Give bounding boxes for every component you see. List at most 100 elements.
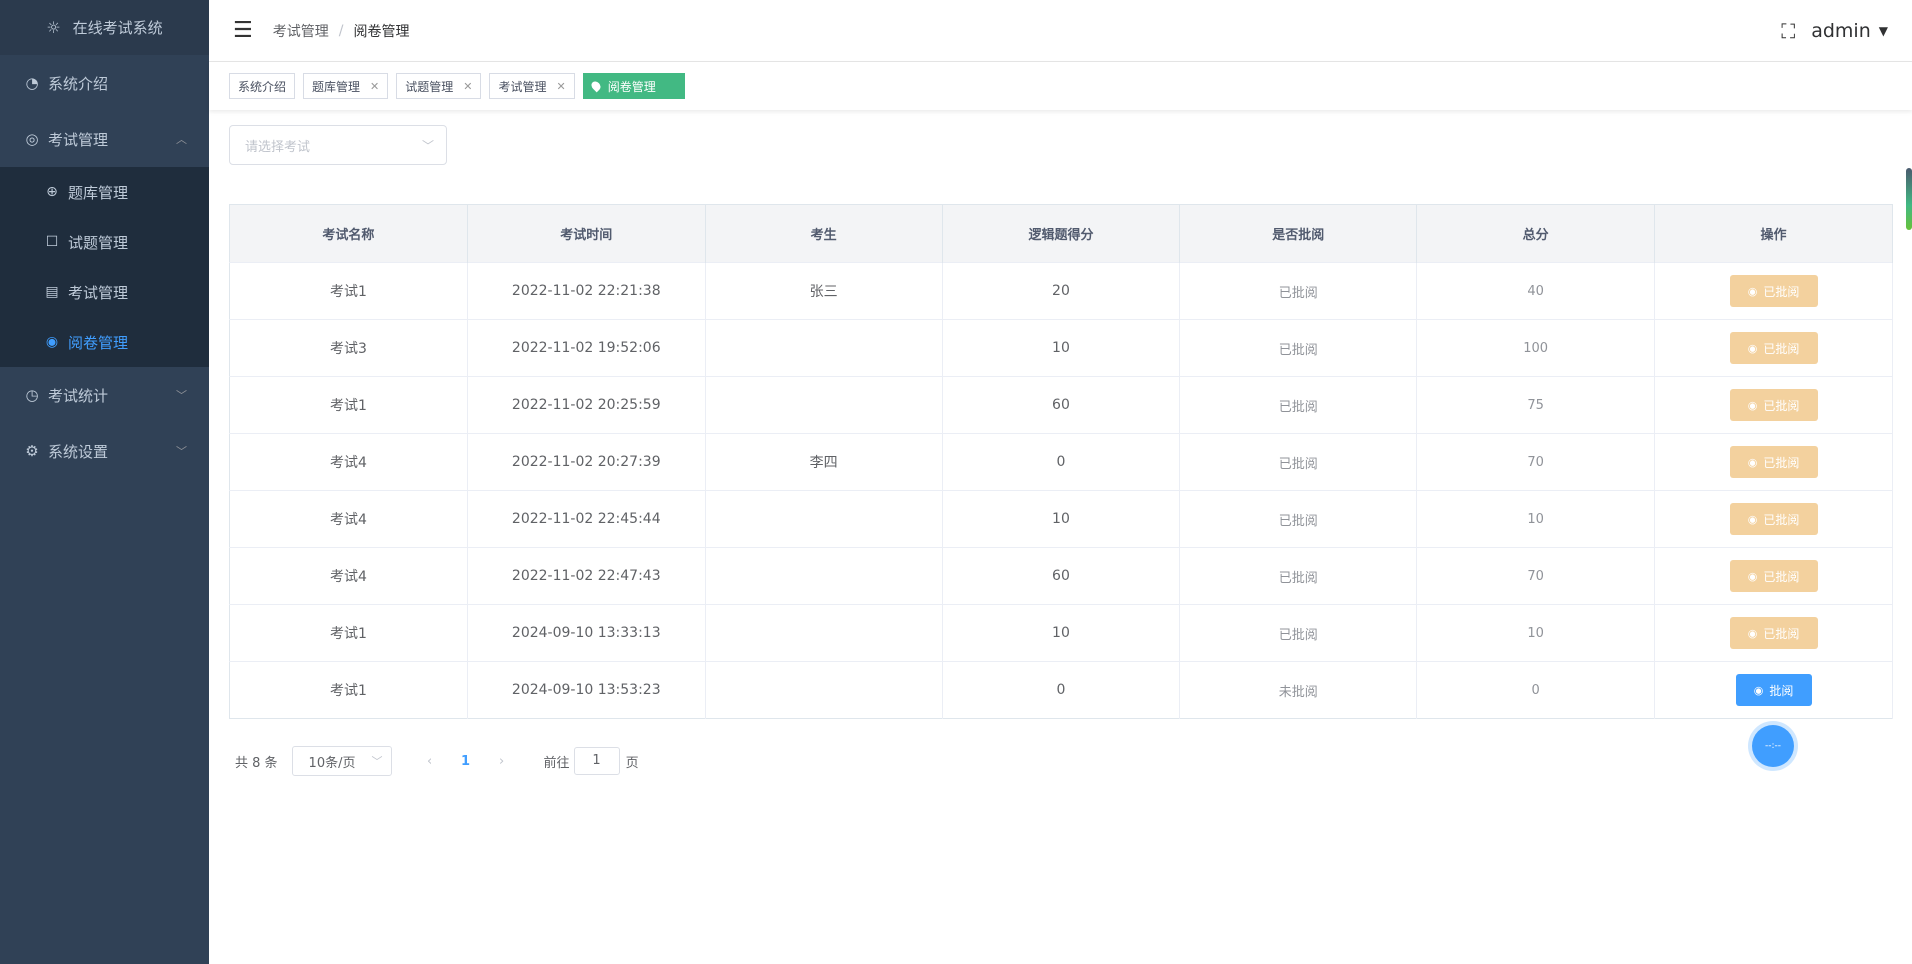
cell-exam-time: 2024-09-10 13:53:23 [467, 661, 706, 719]
eye-icon: ◉ [1747, 341, 1758, 355]
tag-intro[interactable]: 系统介绍 [229, 73, 296, 99]
button-label: 已批阅 [1763, 626, 1800, 641]
table-row: 考试1 2024-09-10 13:33:13 10 已批阅 10 ◉ 已批阅 [229, 604, 1893, 662]
cell-exam-time: 2022-11-02 19:52:06 [467, 319, 706, 377]
cell-status: 已批阅 [1179, 262, 1418, 320]
tag-question-bank[interactable]: 题库管理 ✕ [303, 73, 389, 99]
goto-label: 前往 [543, 755, 570, 771]
sidebar-item-label: 系统介绍 [48, 74, 109, 93]
sidebar-item-questions[interactable]: ☐ 试题管理 [0, 217, 209, 267]
column-header[interactable]: 考试时间 [467, 204, 706, 263]
column-header[interactable]: 总分 [1416, 204, 1656, 263]
table-header-row: 考试名称 考试时间 考生 逻辑题得分 是否批阅 总分 操作 [229, 204, 1893, 263]
sidebar-item-intro[interactable]: ◔ 系统介绍 [0, 55, 209, 111]
sun-icon: ☼ [46, 18, 61, 37]
table-row: 考试1 2022-11-02 20:25:59 60 已批阅 75 ◉ 已批阅 [229, 376, 1893, 434]
cell-student: 李四 [705, 433, 943, 491]
scroll-indicator[interactable] [1906, 168, 1912, 230]
pagination: 共 8 条 10条/页 ﹀ ‹ 1 › 前往 1 页 [235, 746, 639, 776]
close-icon[interactable]: ✕ [370, 80, 379, 93]
cell-exam-name: 考试4 [229, 547, 468, 605]
close-icon[interactable]: ✕ [557, 80, 566, 93]
grading-table: 考试名称 考试时间 考生 逻辑题得分 是否批阅 总分 操作 考试1 2022-1… [229, 204, 1893, 719]
column-header[interactable]: 考试名称 [229, 204, 468, 263]
eye-icon: ◉ [1747, 398, 1758, 412]
page-number[interactable]: 1 [454, 754, 478, 769]
graded-button[interactable]: ◉ 已批阅 [1729, 617, 1818, 649]
column-header[interactable]: 是否批阅 [1179, 204, 1418, 263]
document-icon: ▤ [45, 284, 59, 300]
cell-action: ◉ 已批阅 [1654, 433, 1893, 491]
graded-button[interactable]: ◉ 已批阅 [1729, 503, 1818, 535]
graded-button[interactable]: ◉ 已批阅 [1729, 446, 1818, 478]
tag-label: 考试管理 [498, 79, 547, 94]
prev-page-button[interactable]: ‹ [418, 754, 442, 769]
cell-action: ◉ 已批阅 [1654, 547, 1893, 605]
exam-select-placeholder: 请选择考试 [245, 139, 311, 155]
graded-button[interactable]: ◉ 已批阅 [1729, 332, 1818, 364]
button-label: 已批阅 [1763, 512, 1800, 527]
button-label: 批阅 [1769, 683, 1794, 698]
cell-status: 已批阅 [1179, 490, 1418, 548]
tag-grading[interactable]: 阅卷管理 [582, 73, 685, 99]
cell-student [705, 547, 943, 605]
hamburger-icon[interactable]: ☰ [233, 18, 253, 43]
dashboard-icon: ◔ [25, 74, 39, 92]
cell-logic-score: 0 [942, 433, 1181, 491]
cell-exam-time: 2022-11-02 22:45:44 [467, 490, 706, 548]
eye-icon: ◉ [1747, 626, 1758, 640]
next-page-button[interactable]: › [490, 754, 514, 769]
sidebar-item-question-bank[interactable]: ⊕ 题库管理 [0, 167, 209, 217]
submenu-exam-management: ⊕ 题库管理 ☐ 试题管理 ▤ 考试管理 ◉ 阅卷管理 [0, 167, 209, 367]
close-icon[interactable]: ✕ [463, 80, 472, 93]
review-button[interactable]: ◉ 批阅 [1735, 674, 1812, 706]
cell-action: ◉ 已批阅 [1654, 490, 1893, 548]
breadcrumb-item[interactable]: 考试管理 [273, 21, 329, 41]
cell-exam-time: 2022-11-02 20:27:39 [467, 433, 706, 491]
sidebar-item-label: 考试统计 [48, 386, 109, 405]
column-header[interactable]: 考生 [705, 204, 943, 263]
cell-logic-score: 10 [942, 604, 1181, 662]
cell-total: 70 [1416, 433, 1656, 491]
cell-logic-score: 10 [942, 490, 1181, 548]
table-row: 考试1 2024-09-10 13:53:23 0 未批阅 0 ◉ 批阅 [229, 661, 1893, 719]
column-header[interactable]: 操作 [1654, 204, 1893, 263]
user-menu[interactable]: admin ▼ [1811, 20, 1888, 42]
cell-logic-score: 60 [942, 376, 1181, 434]
floating-clock-button[interactable]: --:-- [1752, 725, 1794, 767]
page-size-select[interactable]: 10条/页 ﹀ [291, 746, 392, 776]
app-logo[interactable]: ☼ 在线考试系统 [0, 0, 209, 55]
eye-icon: ◉ [1747, 284, 1758, 298]
sidebar-item-label: 考试管理 [68, 283, 129, 302]
chevron-down-icon: ﹀ [176, 445, 187, 458]
cell-action: ◉ 已批阅 [1654, 319, 1893, 377]
tag-questions[interactable]: 试题管理 ✕ [396, 73, 482, 99]
sidebar-item-exams[interactable]: ▤ 考试管理 [0, 267, 209, 317]
location-dot-icon [589, 79, 603, 93]
cell-student [705, 490, 943, 548]
cell-total: 40 [1416, 262, 1656, 320]
cell-exam-time: 2022-11-02 22:21:38 [467, 262, 706, 320]
exam-select[interactable]: 请选择考试 ﹀ [229, 125, 447, 165]
cell-total: 100 [1416, 319, 1656, 377]
eye-icon: ◉ [1747, 569, 1758, 583]
cell-action: ◉ 批阅 [1654, 661, 1893, 719]
cell-student: 张三 [705, 262, 943, 320]
sidebar-item-settings[interactable]: ⚙ 系统设置 ﹀ [0, 423, 209, 479]
caret-down-icon: ▼ [1878, 24, 1888, 38]
column-header[interactable]: 逻辑题得分 [942, 204, 1181, 263]
graded-button[interactable]: ◉ 已批阅 [1729, 560, 1818, 592]
table-row: 考试4 2022-11-02 22:47:43 60 已批阅 70 ◉ 已批阅 [229, 547, 1893, 605]
tag-exams[interactable]: 考试管理 ✕ [489, 73, 575, 99]
app-title: 在线考试系统 [72, 19, 163, 37]
sidebar-item-statistics[interactable]: ◷ 考试统计 ﹀ [0, 367, 209, 423]
goto-page-input[interactable]: 1 [573, 747, 620, 775]
cell-logic-score: 10 [942, 319, 1181, 377]
fullscreen-icon[interactable]: ⛶ [1781, 19, 1795, 43]
graded-button[interactable]: ◉ 已批阅 [1729, 275, 1818, 307]
sidebar-item-grading[interactable]: ◉ 阅卷管理 [0, 317, 209, 367]
cell-student [705, 661, 943, 719]
sidebar-item-exam-management[interactable]: ◎ 考试管理 ︿ [0, 111, 209, 167]
graded-button[interactable]: ◉ 已批阅 [1729, 389, 1818, 421]
cell-exam-name: 考试1 [229, 661, 468, 719]
